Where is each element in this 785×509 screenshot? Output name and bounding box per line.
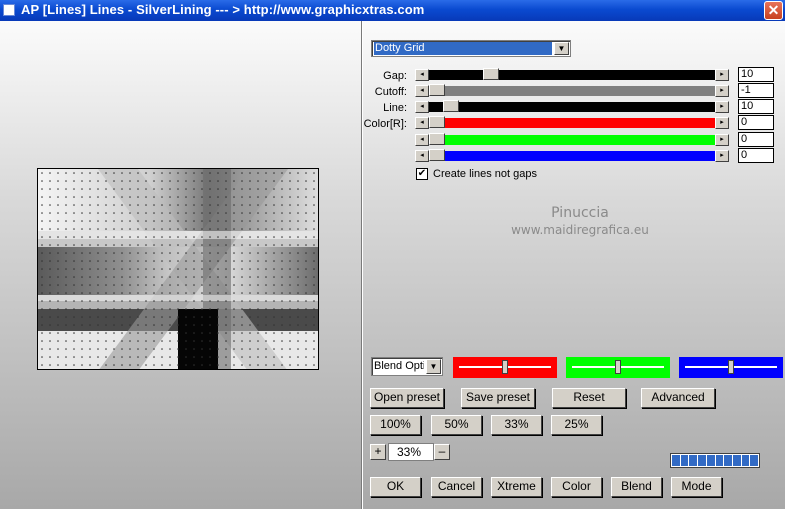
arrow-left-icon[interactable]: ◂ bbox=[415, 134, 429, 146]
slider-label: Cutoff: bbox=[374, 86, 407, 98]
zoom-100-button[interactable]: 100% bbox=[370, 415, 421, 435]
mode-button[interactable]: Mode bbox=[671, 477, 722, 497]
preset-dropdown[interactable]: Dotty Grid ▼ bbox=[371, 40, 571, 57]
progress-segment bbox=[732, 455, 741, 466]
cancel-button[interactable]: Cancel bbox=[431, 477, 482, 497]
progress-segment bbox=[724, 455, 732, 466]
progress-segment bbox=[750, 455, 759, 466]
blend-channel-slider[interactable] bbox=[566, 357, 670, 378]
slider-value-input[interactable]: -1 bbox=[738, 83, 774, 98]
slider-value-input[interactable]: 0 bbox=[738, 148, 774, 163]
slider-5[interactable]: ◂ ▸ bbox=[415, 149, 729, 162]
slider-2[interactable]: ◂ ▸ bbox=[415, 100, 729, 113]
slider-track[interactable] bbox=[429, 118, 715, 128]
slider-thumb[interactable] bbox=[429, 116, 445, 128]
arrow-right-icon[interactable]: ▸ bbox=[715, 69, 729, 81]
progress-bar bbox=[670, 453, 760, 468]
blend-channel-slider[interactable] bbox=[453, 357, 557, 378]
open-preset-button[interactable]: Open preset bbox=[370, 388, 444, 408]
blend-slider-thumb[interactable] bbox=[502, 360, 508, 374]
title-bar: AP [Lines] Lines - SilverLining --- > ht… bbox=[0, 0, 785, 21]
arrow-left-icon[interactable]: ◂ bbox=[415, 101, 429, 113]
chevron-down-icon[interactable]: ▼ bbox=[554, 42, 569, 55]
progress-segment bbox=[706, 455, 715, 466]
slider-1[interactable]: ◂ ▸ bbox=[415, 84, 729, 97]
slider-track[interactable] bbox=[429, 70, 715, 80]
preview-artwork bbox=[38, 169, 318, 369]
reset-button[interactable]: Reset bbox=[552, 388, 626, 408]
arrow-right-icon[interactable]: ▸ bbox=[715, 101, 729, 113]
close-button[interactable]: ✕ bbox=[764, 1, 783, 20]
slider-label: Color[R]: bbox=[363, 118, 407, 130]
ok-button[interactable]: OK bbox=[370, 477, 421, 497]
slider-value-input[interactable]: 10 bbox=[738, 67, 774, 82]
blend-option-value: Blend Option bbox=[374, 360, 424, 372]
xtreme-button[interactable]: Xtreme bbox=[491, 477, 542, 497]
create-lines-label: Create lines not gaps bbox=[433, 168, 537, 180]
blend-channel-slider[interactable] bbox=[679, 357, 783, 378]
arrow-right-icon[interactable]: ▸ bbox=[715, 85, 729, 97]
progress-segment bbox=[698, 455, 706, 466]
slider-thumb[interactable] bbox=[483, 68, 499, 80]
blend-button[interactable]: Blend bbox=[611, 477, 662, 497]
slider-value-input[interactable]: 10 bbox=[738, 99, 774, 114]
arrow-left-icon[interactable]: ◂ bbox=[415, 150, 429, 162]
watermark-url: www.maidiregrafica.eu bbox=[511, 223, 649, 237]
progress-segment bbox=[715, 455, 724, 466]
slider-track[interactable] bbox=[429, 151, 715, 161]
arrow-right-icon[interactable]: ▸ bbox=[715, 117, 729, 129]
preset-dropdown-value: Dotty Grid bbox=[374, 42, 552, 55]
save-preset-button[interactable]: Save preset bbox=[461, 388, 535, 408]
arrow-left-icon[interactable]: ◂ bbox=[415, 69, 429, 81]
slider-value-input[interactable]: 0 bbox=[738, 132, 774, 147]
check-icon: ✔ bbox=[417, 168, 427, 179]
slider-label: Gap: bbox=[383, 70, 407, 82]
zoom-in-button[interactable]: + bbox=[370, 444, 386, 460]
slider-0[interactable]: ◂ ▸ bbox=[415, 68, 729, 81]
create-lines-checkbox[interactable]: ✔ bbox=[416, 168, 428, 180]
window-title: AP [Lines] Lines - SilverLining --- > ht… bbox=[21, 2, 425, 17]
slider-thumb[interactable] bbox=[429, 133, 445, 145]
chevron-down-icon[interactable]: ▼ bbox=[426, 359, 441, 374]
app-icon bbox=[3, 4, 15, 16]
color-button[interactable]: Color bbox=[551, 477, 602, 497]
progress-segment bbox=[680, 455, 689, 466]
slider-thumb[interactable] bbox=[429, 84, 445, 96]
slider-thumb[interactable] bbox=[443, 100, 459, 112]
zoom-25-button[interactable]: 25% bbox=[551, 415, 602, 435]
blend-option-dropdown[interactable]: Blend Option ▼ bbox=[371, 357, 443, 376]
slider-track[interactable] bbox=[429, 135, 715, 145]
slider-thumb[interactable] bbox=[429, 149, 445, 161]
arrow-right-icon[interactable]: ▸ bbox=[715, 150, 729, 162]
watermark-name: Pinuccia bbox=[551, 205, 609, 221]
progress-segment bbox=[689, 455, 698, 466]
blend-slider-thumb[interactable] bbox=[615, 360, 621, 374]
slider-value-input[interactable]: 0 bbox=[738, 115, 774, 130]
zoom-value: 33% bbox=[388, 443, 434, 461]
progress-segment bbox=[672, 455, 680, 466]
slider-label: Line: bbox=[383, 102, 407, 114]
slider-track[interactable] bbox=[429, 86, 715, 96]
slider-4[interactable]: ◂ ▸ bbox=[415, 133, 729, 146]
preview-image bbox=[37, 168, 319, 370]
progress-segment bbox=[741, 455, 750, 466]
zoom-33-button[interactable]: 33% bbox=[491, 415, 542, 435]
advanced-button[interactable]: Advanced bbox=[641, 388, 715, 408]
watermark: Pinuccia www.maidiregrafica.eu bbox=[480, 205, 680, 237]
slider-3[interactable]: ◂ ▸ bbox=[415, 116, 729, 129]
blend-slider-thumb[interactable] bbox=[728, 360, 734, 374]
arrow-left-icon[interactable]: ◂ bbox=[415, 85, 429, 97]
arrow-left-icon[interactable]: ◂ bbox=[415, 117, 429, 129]
zoom-50-button[interactable]: 50% bbox=[431, 415, 482, 435]
zoom-out-button[interactable]: – bbox=[434, 444, 450, 460]
slider-track[interactable] bbox=[429, 102, 715, 112]
arrow-right-icon[interactable]: ▸ bbox=[715, 134, 729, 146]
